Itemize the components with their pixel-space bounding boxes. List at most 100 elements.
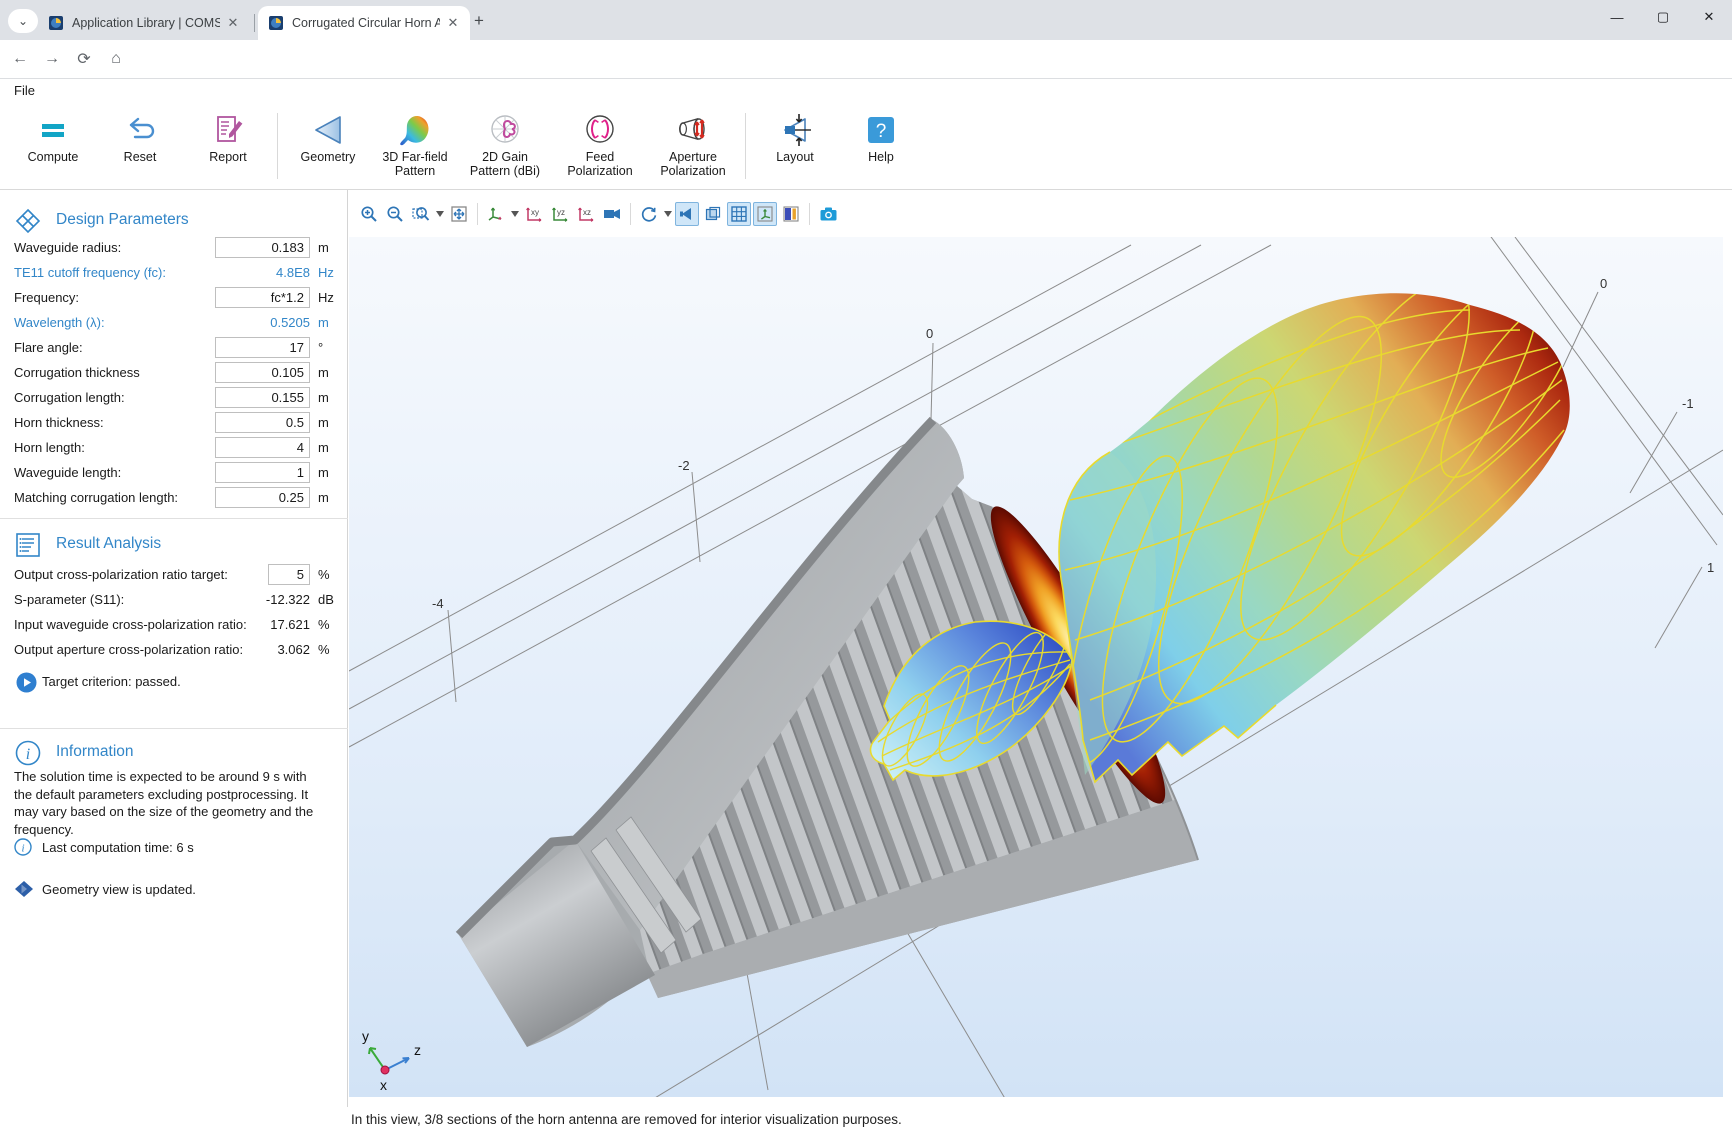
- projection-button[interactable]: [600, 202, 624, 226]
- far-field-pattern-button[interactable]: 3D Far-field Pattern: [372, 109, 458, 185]
- report-icon: [211, 114, 245, 146]
- toolbar-divider: [630, 203, 631, 225]
- info-paragraph: The solution time is expected to be arou…: [14, 768, 324, 838]
- svg-text:x: x: [380, 1077, 387, 1093]
- param-row: Wavelength (λ): 0.5205 m: [0, 311, 348, 335]
- file-menu[interactable]: File: [14, 83, 35, 98]
- geometry-update-icon: [14, 880, 34, 898]
- default-view-caret[interactable]: [510, 202, 520, 226]
- svg-text:-1: -1: [1682, 396, 1694, 411]
- color-legend-button[interactable]: [779, 202, 803, 226]
- section-divider: [0, 518, 348, 519]
- frequency-input[interactable]: [215, 287, 310, 308]
- tab-strip: ⌄ Application Library | COMSOL S ✕ Corru…: [0, 0, 1732, 40]
- grid-button[interactable]: [727, 202, 751, 226]
- zoom-out-button[interactable]: [383, 202, 407, 226]
- result-row: Input waveguide cross-polarization ratio…: [0, 613, 348, 637]
- close-icon: ✕: [1704, 9, 1715, 25]
- result-analysis-icon: [14, 531, 42, 559]
- screenshot-button[interactable]: [816, 202, 840, 226]
- new-tab-button[interactable]: +: [468, 10, 490, 32]
- maximize-icon: ▢: [1657, 9, 1669, 25]
- chevron-down-icon: ⌄: [18, 14, 28, 28]
- layout-icon: [775, 113, 815, 147]
- close-window-button[interactable]: ✕: [1686, 0, 1732, 34]
- horn-thickness-input[interactable]: [215, 412, 310, 433]
- waveguide-length-input[interactable]: [215, 462, 310, 483]
- param-row: Flare angle: °: [0, 336, 348, 360]
- zoom-in-button[interactable]: [357, 202, 381, 226]
- transparency-button[interactable]: [701, 202, 725, 226]
- svg-text:0: 0: [926, 326, 933, 341]
- reset-button[interactable]: Reset: [97, 109, 183, 185]
- ribbon-divider: [745, 113, 746, 179]
- minimize-button[interactable]: —: [1594, 0, 1640, 34]
- feed-polarization-button[interactable]: Feed Polarization: [557, 109, 643, 185]
- tab-search-button[interactable]: ⌄: [8, 9, 38, 33]
- scene-light-button[interactable]: [675, 202, 699, 226]
- matching-corrugation-length-input[interactable]: [215, 487, 310, 508]
- compute-icon: [36, 115, 70, 145]
- svg-text:xz: xz: [583, 208, 591, 217]
- svg-text:i: i: [21, 842, 24, 854]
- reload-button[interactable]: ⟳: [72, 47, 96, 71]
- comsol-favicon: [48, 15, 64, 31]
- rotate-caret[interactable]: [663, 202, 673, 226]
- help-button[interactable]: ? Help: [838, 109, 924, 185]
- flare-angle-input[interactable]: [215, 337, 310, 358]
- comsol-favicon: [268, 15, 284, 31]
- report-button[interactable]: Report: [185, 109, 271, 185]
- maximize-button[interactable]: ▢: [1640, 0, 1686, 34]
- gain-pattern-icon: [486, 112, 524, 148]
- axes-button[interactable]: [753, 202, 777, 226]
- settings-panel: Design Parameters Waveguide radius: m TE…: [0, 190, 348, 1107]
- close-icon[interactable]: ✕: [446, 15, 460, 31]
- result-row: Output cross-polarization ratio target: …: [0, 563, 348, 587]
- horn-length-input[interactable]: [215, 437, 310, 458]
- design-parameters-icon: [14, 207, 42, 235]
- geometry-button[interactable]: Geometry: [285, 109, 371, 185]
- help-icon: ?: [866, 115, 896, 145]
- back-button[interactable]: ←: [8, 47, 32, 71]
- svg-text:0: 0: [1600, 276, 1607, 291]
- tab-application-library[interactable]: Application Library | COMSOL S ✕: [38, 6, 250, 40]
- tab-corrugated-horn[interactable]: Corrugated Circular Horn Anten ✕: [258, 6, 470, 40]
- aperture-polarization-button[interactable]: Aperture Polarization: [650, 109, 736, 185]
- compute-button[interactable]: Compute: [10, 109, 96, 185]
- cross-polarization-target-input[interactable]: [268, 564, 310, 585]
- information-icon: i: [14, 739, 42, 767]
- rotate-button[interactable]: [637, 202, 661, 226]
- param-row: Waveguide radius: m: [0, 236, 348, 260]
- close-icon[interactable]: ✕: [226, 15, 240, 31]
- geometry-view-status: Geometry view is updated.: [0, 880, 348, 904]
- svg-text:-4: -4: [432, 596, 444, 611]
- plus-icon: +: [474, 11, 484, 30]
- view-xz-button[interactable]: xz: [574, 202, 598, 226]
- zoom-box-caret[interactable]: [435, 202, 445, 226]
- svg-text:yz: yz: [557, 208, 565, 217]
- corrugation-thickness-input[interactable]: [215, 362, 310, 383]
- 3d-scene[interactable]: 0 -2 -4 0 -1 1 y z x: [349, 237, 1723, 1097]
- param-row: Waveguide length: m: [0, 461, 348, 485]
- toolbar-divider: [477, 203, 478, 225]
- geometry-icon: [308, 113, 348, 147]
- svg-text:?: ?: [876, 121, 887, 142]
- zoom-box-button[interactable]: [409, 202, 433, 226]
- layout-button[interactable]: Layout: [752, 109, 838, 185]
- param-row: Frequency: Hz: [0, 286, 348, 310]
- waveguide-radius-input[interactable]: [215, 237, 310, 258]
- corrugation-length-input[interactable]: [215, 387, 310, 408]
- tab-divider: [254, 14, 255, 32]
- svg-text:i: i: [26, 746, 30, 763]
- default-view-button[interactable]: [484, 202, 508, 226]
- view-xy-button[interactable]: xy: [522, 202, 546, 226]
- view-yz-button[interactable]: yz: [548, 202, 572, 226]
- home-button[interactable]: ⌂: [104, 47, 128, 71]
- feed-polarization-icon: [581, 112, 619, 148]
- minimize-icon: —: [1611, 10, 1624, 25]
- forward-icon: →: [44, 50, 60, 68]
- info-circle-icon: i: [14, 838, 32, 856]
- gain-pattern-button[interactable]: 2D Gain Pattern (dBi): [462, 109, 548, 185]
- zoom-extents-button[interactable]: [447, 202, 471, 226]
- forward-button[interactable]: →: [40, 47, 64, 71]
